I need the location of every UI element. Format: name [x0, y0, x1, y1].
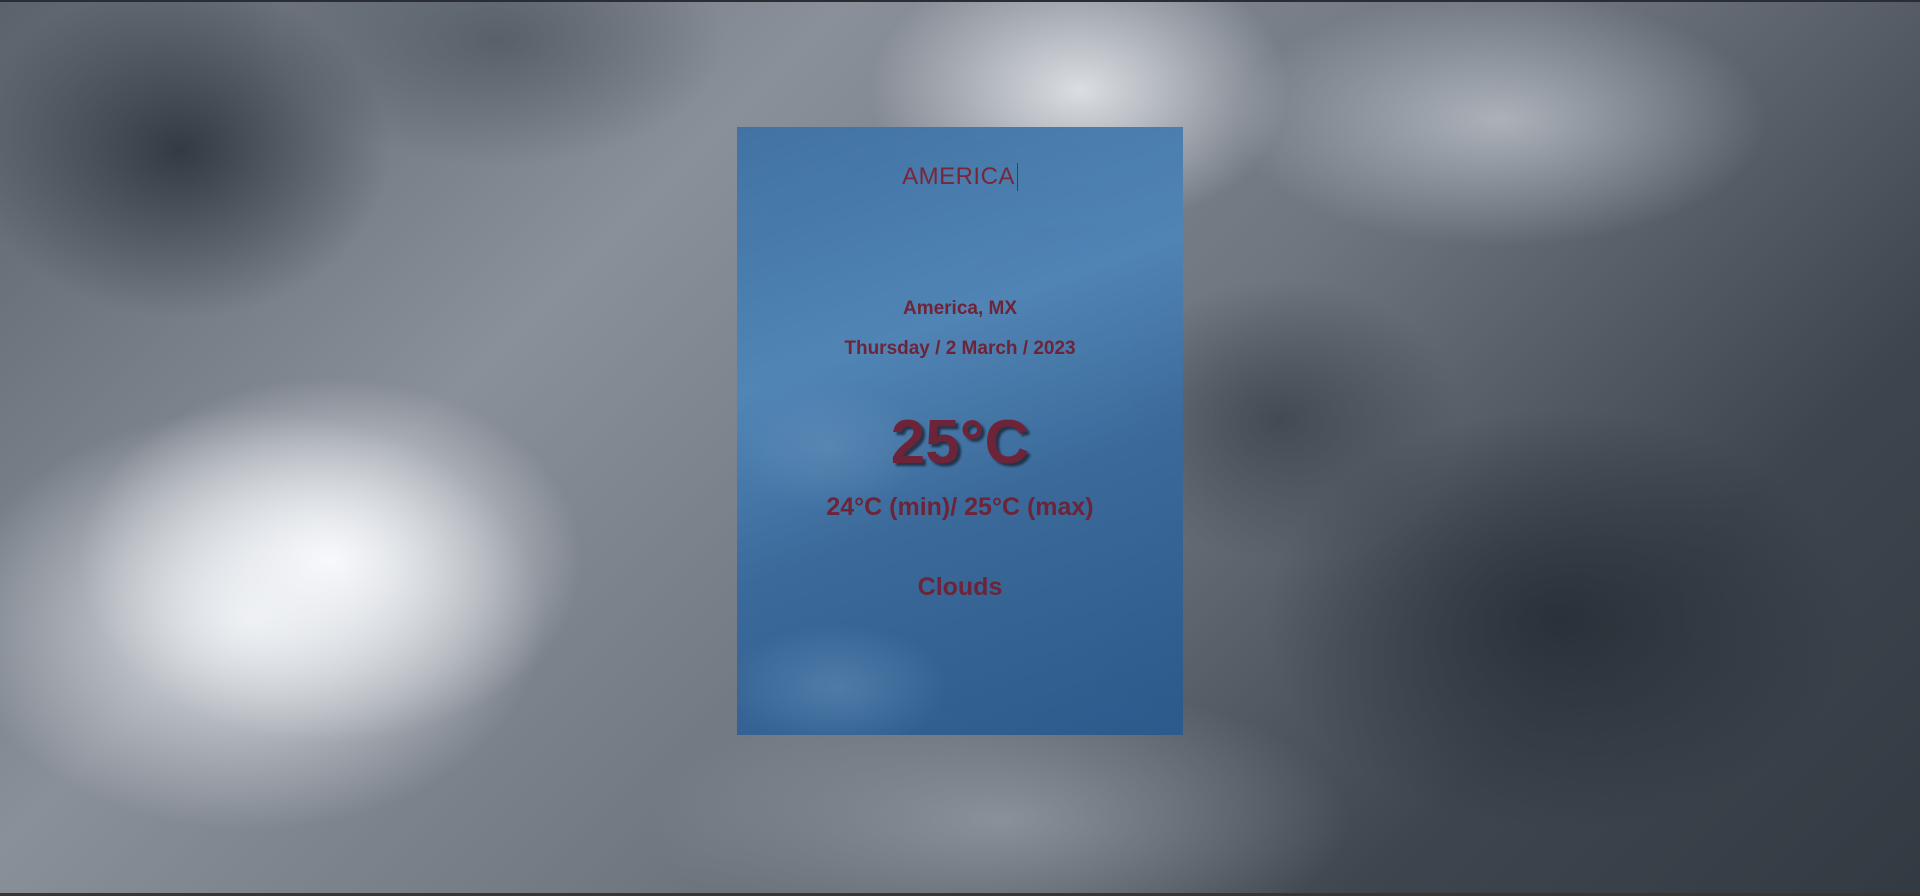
search-box[interactable]: AMERICA	[737, 163, 1183, 191]
date-label: Thursday / 2 March / 2023	[844, 338, 1076, 359]
top-border	[0, 0, 1920, 2]
weather-condition: Clouds	[917, 573, 1003, 601]
search-input[interactable]: AMERICA	[902, 163, 1018, 191]
location-label: America, MX	[902, 298, 1018, 319]
temperature-range: 24°C (min)/ 25°C (max)	[826, 493, 1094, 521]
weather-card: AMERICA America, MX Thursday / 2 March /…	[737, 127, 1183, 735]
current-temperature: 25°C	[890, 408, 1030, 477]
